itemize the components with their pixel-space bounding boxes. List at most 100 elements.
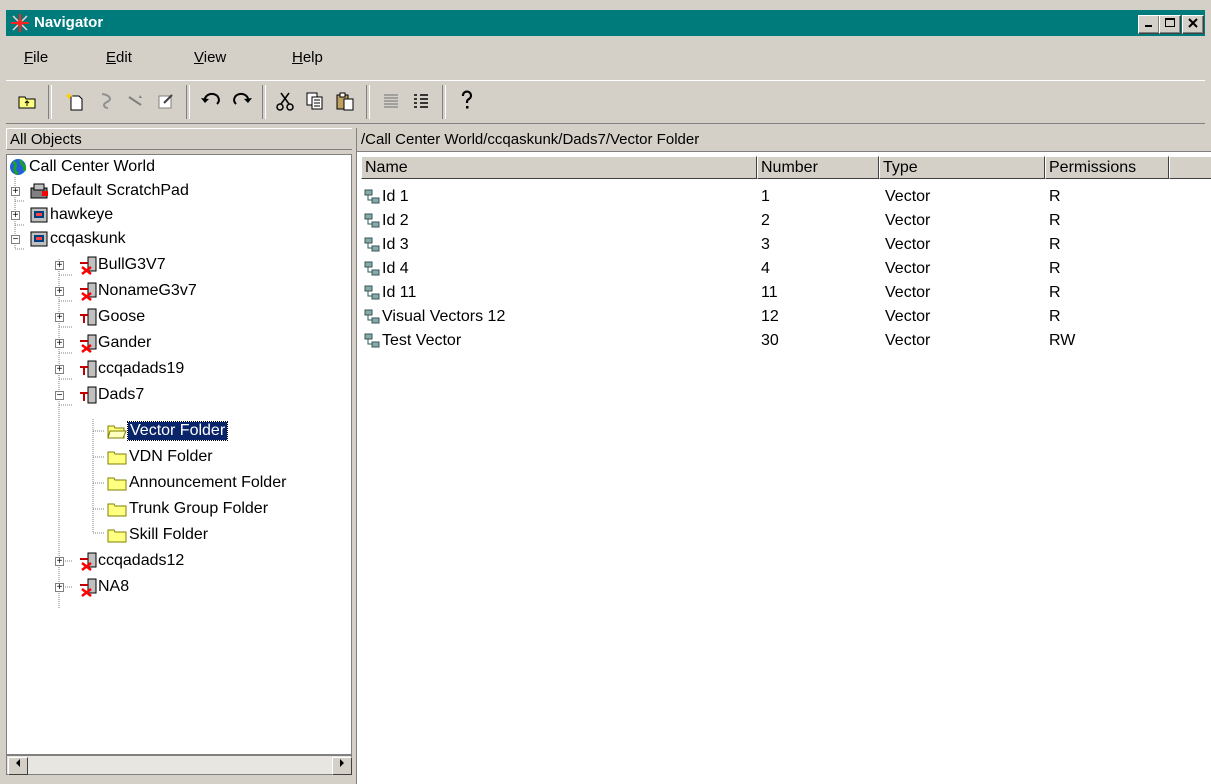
tree-item-label: Announcement Folder — [129, 474, 287, 491]
column-header-permissions[interactable]: Permissions — [1045, 156, 1169, 179]
minimize-button[interactable] — [1138, 15, 1160, 34]
menu-edit[interactable]: Edit — [106, 49, 132, 66]
help-button[interactable] — [454, 88, 480, 114]
tree-item-ccqadads19[interactable]: + ccqadads19 — [55, 357, 184, 381]
open-folder-icon — [107, 425, 127, 439]
expand-toggle[interactable]: + — [55, 338, 64, 348]
up-folder-icon — [18, 96, 36, 109]
switch-down-icon — [80, 552, 97, 571]
copy-button[interactable] — [302, 88, 328, 114]
vector-name: Id 11 — [382, 284, 417, 301]
vector-type: Vector — [885, 236, 931, 253]
tree-item-skill-folder[interactable]: Skill Folder — [107, 523, 208, 547]
tree-item-ccqadads12[interactable]: + ccqadads12 — [55, 549, 184, 573]
expand-toggle[interactable]: + — [11, 210, 20, 220]
table-row[interactable]: Id 1 1 Vector R — [357, 185, 1211, 209]
tree-item-label: Skill Folder — [129, 526, 209, 543]
menu-bar: File Edit View Help — [6, 47, 1205, 71]
vector-type: Vector — [885, 188, 931, 205]
redo-button[interactable] — [229, 88, 255, 114]
tree-item-label: Default ScratchPad — [51, 182, 189, 199]
folder-icon — [107, 503, 127, 517]
tree-item-vdn-folder[interactable]: VDN Folder — [107, 445, 213, 469]
vector-name: Id 4 — [382, 260, 409, 277]
toolbar — [6, 80, 1205, 124]
table-row[interactable]: Id 11 11 Vector R — [357, 281, 1211, 305]
help-icon — [461, 90, 473, 109]
switch-icon — [80, 360, 97, 378]
switch-icon — [80, 386, 97, 404]
navigator-window: Navigator File Edit View Help All Object… — [0, 0, 1211, 784]
tree-item-ccqaskunk[interactable]: − ccqaskunk — [11, 227, 126, 251]
vector-name: Visual Vectors 12 — [382, 308, 506, 325]
menu-view[interactable]: View — [194, 49, 226, 66]
column-header-type[interactable]: Type — [879, 156, 1045, 179]
details-view-button[interactable] — [408, 88, 434, 114]
expand-toggle[interactable]: + — [11, 186, 20, 196]
new-button[interactable] — [62, 88, 88, 114]
tree-item-call-center-world[interactable]: Call Center World — [9, 155, 155, 179]
close-button[interactable] — [1182, 15, 1204, 34]
list-view-button[interactable] — [378, 88, 404, 114]
menu-help[interactable]: Help — [292, 49, 323, 66]
expand-toggle[interactable]: + — [55, 556, 64, 566]
arrow-right-icon — [340, 759, 344, 767]
undo-button[interactable] — [198, 88, 224, 114]
tree-horizontal-scrollbar[interactable] — [6, 755, 352, 775]
tree-item-nonameg3v7[interactable]: + NonameG3v7 — [55, 279, 197, 303]
paste-icon — [336, 92, 354, 111]
table-row[interactable]: Test Vector 30 Vector RW — [357, 329, 1211, 353]
folder-icon — [107, 477, 127, 491]
paste-button[interactable] — [332, 88, 358, 114]
collapse-toggle[interactable]: − — [55, 390, 64, 400]
tree-item-vector-folder[interactable]: Vector Folder — [107, 419, 229, 443]
tree-item-label: NA8 — [98, 578, 130, 595]
table-row[interactable]: Id 3 3 Vector R — [357, 233, 1211, 257]
scroll-left-button[interactable] — [8, 757, 28, 775]
tree-item-goose[interactable]: + Goose — [55, 305, 145, 329]
tree-item-bullg3v7[interactable]: + BullG3V7 — [55, 253, 166, 277]
cut-button[interactable] — [272, 88, 298, 114]
maximize-button[interactable] — [1159, 15, 1181, 34]
tree-item-label: NonameG3v7 — [98, 282, 197, 299]
title-bar[interactable]: Navigator — [6, 10, 1205, 36]
expand-toggle[interactable]: + — [55, 312, 64, 322]
column-header-number[interactable]: Number — [757, 156, 879, 179]
vector-number: 2 — [761, 212, 770, 229]
tree-item-hawkeye[interactable]: + hawkeye — [11, 203, 113, 227]
object-tree[interactable]: Call Center World + Default ScratchPad +… — [6, 154, 352, 755]
column-header-name[interactable]: Name — [361, 156, 757, 179]
wand-button[interactable] — [123, 88, 149, 114]
menu-file[interactable]: File — [24, 49, 48, 66]
vector-icon — [364, 237, 380, 252]
vector-permissions: R — [1049, 260, 1061, 277]
tree-item-announcement-folder[interactable]: Announcement Folder — [107, 471, 286, 495]
table-row[interactable]: Id 2 2 Vector R — [357, 209, 1211, 233]
properties-button[interactable] — [93, 88, 119, 114]
tree-item-label: Trunk Group Folder — [129, 500, 269, 517]
up-folder-button[interactable] — [14, 88, 40, 114]
tree-item-trunk-group-folder[interactable]: Trunk Group Folder — [107, 497, 268, 521]
column-header-filler — [1169, 156, 1211, 179]
tree-item-dads7[interactable]: − Dads7 — [55, 383, 144, 407]
tree-item-na8[interactable]: + NA8 — [55, 575, 129, 599]
scroll-right-button[interactable] — [332, 757, 352, 775]
vector-permissions: R — [1049, 188, 1061, 205]
switch-down-icon — [80, 282, 97, 301]
edit-button[interactable] — [153, 88, 179, 114]
table-row[interactable]: Id 4 4 Vector R — [357, 257, 1211, 281]
tree-item-label: Goose — [98, 308, 146, 325]
tree-pane-header: All Objects — [6, 128, 352, 150]
tree-item-gander[interactable]: + Gander — [55, 331, 151, 355]
expand-toggle[interactable]: + — [55, 582, 64, 592]
vector-number: 3 — [761, 236, 770, 253]
expand-toggle[interactable]: + — [55, 364, 64, 374]
table-row[interactable]: Visual Vectors 12 12 Vector R — [357, 305, 1211, 329]
tree-item-default-scratchpad[interactable]: + Default ScratchPad — [11, 179, 189, 203]
collapse-toggle[interactable]: − — [11, 234, 20, 244]
vector-icon — [364, 261, 380, 276]
expand-toggle[interactable]: + — [55, 260, 64, 270]
expand-toggle[interactable]: + — [55, 286, 64, 296]
vector-type: Vector — [885, 212, 931, 229]
server-icon — [30, 231, 48, 247]
